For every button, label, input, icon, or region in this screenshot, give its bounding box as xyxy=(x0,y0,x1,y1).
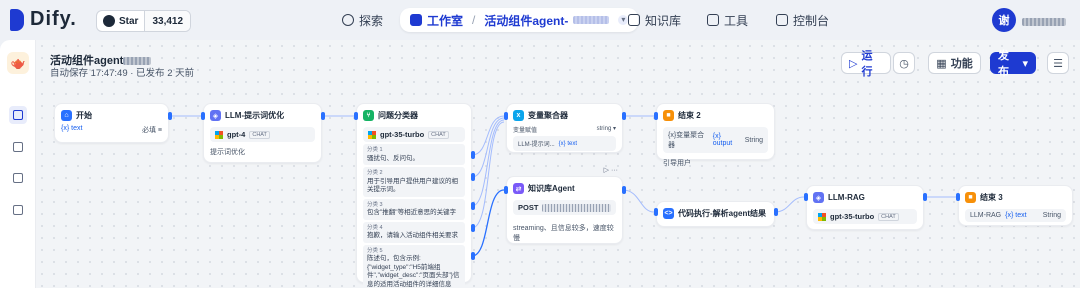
class-item: 分类 3 包含"推翻"等相近意思的关键字 xyxy=(363,198,465,220)
knowledge-desc: streaming、且信息较多，速度较慢 xyxy=(513,225,614,242)
aggregator-col-var: 变量赋值 xyxy=(513,128,538,134)
end3-var-type: String xyxy=(1042,212,1061,219)
node-variable-aggregator[interactable]: x 变量聚合器 变量赋值 string ▾ LLM-提示词... {x} text xyxy=(506,103,623,153)
handle-class1-out[interactable] xyxy=(471,151,475,159)
code-icon: <> xyxy=(663,208,674,219)
node-start[interactable]: ⌂ 开始 {x} text 必填 ≡ xyxy=(54,103,169,143)
stop-icon: ■ xyxy=(663,110,674,121)
edge-c5-knowledge xyxy=(471,189,505,257)
handle-end2-in[interactable] xyxy=(654,112,658,120)
handle-rag-out[interactable] xyxy=(923,193,927,201)
llm-icon: ◈ xyxy=(210,110,221,121)
handle-classifier-in[interactable] xyxy=(354,112,358,120)
end2-var-row: {x}变量聚合器 {x} output String xyxy=(663,127,768,153)
rag-tag: CHAT xyxy=(878,212,899,221)
handle-code-in[interactable] xyxy=(654,208,658,216)
node-code-title: 代码执行-解析agent结果 xyxy=(678,209,766,218)
variable-icon: x xyxy=(513,110,524,121)
handle-class4-out[interactable] xyxy=(471,224,475,232)
azure-logo-icon xyxy=(818,212,826,221)
node-knowledge-agent[interactable]: ▷ ··· ⇄ 知识库Agent POST streaming、且信息较多，速度较… xyxy=(506,167,623,244)
node-end2-title: 结束 2 xyxy=(678,111,701,120)
handle-llm1-out[interactable] xyxy=(321,112,325,120)
class-item: 分类 2 用于引导用户提供用户建议的相关提示词。 xyxy=(363,167,465,197)
end2-var-src: {x}变量聚合器 xyxy=(668,132,705,149)
node-llm-rag[interactable]: ◈ LLM-RAG gpt-35-turbo CHAT xyxy=(806,185,924,230)
handle-code-out[interactable] xyxy=(774,208,778,216)
classifier-tag: CHAT xyxy=(428,130,449,139)
node-code-exec[interactable]: <> 代码执行-解析agent结果 xyxy=(656,201,775,227)
handle-aggregator-out[interactable] xyxy=(622,112,626,120)
end3-var-src: LLM-RAG xyxy=(970,212,1002,219)
http-icon: ⇄ xyxy=(513,183,524,194)
azure-logo-icon xyxy=(215,130,223,139)
node-actions[interactable]: ▷ ··· xyxy=(604,166,618,174)
node-knowledge-title: 知识库Agent xyxy=(528,184,575,193)
azure-logo-icon xyxy=(368,130,376,139)
rag-model-row: gpt-35-turbo CHAT xyxy=(813,209,917,224)
end2-desc: 引导用户 xyxy=(663,160,691,167)
handle-knowledge-out[interactable] xyxy=(622,186,626,194)
node-llm1-title: LLM-提示词优化 xyxy=(225,111,285,120)
handle-class2-out[interactable] xyxy=(471,173,475,181)
llm1-model-row: gpt-4 CHAT xyxy=(210,127,315,142)
start-var: {x} text xyxy=(61,125,83,132)
stop-icon: ■ xyxy=(965,192,976,203)
edge-knowledge-code xyxy=(622,189,655,213)
llm1-desc: 提示词优化 xyxy=(210,149,245,156)
aggregator-row-var: {x} text xyxy=(558,140,578,147)
aggregator-var-row: LLM-提示词... {x} text xyxy=(513,136,616,151)
node-classifier-title: 问题分类器 xyxy=(378,111,418,120)
node-llm-prompt-optimize[interactable]: ◈ LLM-提示词优化 gpt-4 CHAT 提示词优化 xyxy=(203,103,322,163)
handle-aggregator-in[interactable] xyxy=(504,112,508,120)
end2-var-type: String xyxy=(744,136,763,144)
end3-var-row: LLM-RAG {x} text String xyxy=(965,209,1066,222)
node-aggregator-title: 变量聚合器 xyxy=(528,111,568,120)
handle-llm1-in[interactable] xyxy=(201,112,205,120)
end3-var-name: {x} text xyxy=(1005,212,1027,219)
home-icon: ⌂ xyxy=(61,110,72,121)
knowledge-method: POST xyxy=(518,203,539,212)
start-required: 必填 ≡ xyxy=(141,127,162,134)
end2-var-name: {x} output xyxy=(712,133,733,147)
llm1-tag: CHAT xyxy=(249,130,270,139)
node-end-3[interactable]: ■ 结束 3 LLM-RAG {x} text String xyxy=(958,185,1073,226)
handle-class3-out[interactable] xyxy=(471,202,475,210)
edge-c2-aggregator xyxy=(471,117,505,178)
classifier-icon: ⑂ xyxy=(363,110,374,121)
node-rag-title: LLM-RAG xyxy=(828,193,865,202)
node-end-2[interactable]: ■ 结束 2 {x}变量聚合器 {x} output String 引导用户 xyxy=(656,103,775,167)
edge-c3-aggregator xyxy=(471,119,505,207)
rag-model: gpt-35-turbo xyxy=(830,212,875,221)
handle-rag-in[interactable] xyxy=(804,193,808,201)
knowledge-request-row: POST xyxy=(513,200,616,215)
node-start-title: 开始 xyxy=(76,111,92,120)
class-item: 分类 1 骚扰句、反问句。 xyxy=(363,144,465,165)
aggregator-col-type: string ▾ xyxy=(596,126,616,132)
aggregator-row-src: LLM-提示词... xyxy=(518,142,555,148)
classifier-model-row: gpt-35-turbo CHAT xyxy=(363,127,465,142)
handle-knowledge-in[interactable] xyxy=(504,186,508,194)
node-end3-title: 结束 3 xyxy=(980,193,1003,202)
handle-class5-out[interactable] xyxy=(471,252,475,260)
class-item: 分类 4 抱歉，请输入活动组件相关要求 xyxy=(363,221,465,243)
class-item: 分类 5 陈述句，包含示例: {"widget_type":"H5前端组件","w… xyxy=(363,244,465,288)
aggregator-header-row: 变量赋值 string ▾ xyxy=(507,125,622,134)
handle-end3-in[interactable] xyxy=(956,193,960,201)
llm-icon: ◈ xyxy=(813,192,824,203)
handle-start-out[interactable] xyxy=(168,112,172,120)
classifier-model: gpt-35-turbo xyxy=(380,130,425,139)
edge-code-rag xyxy=(774,196,805,213)
redacted-url xyxy=(542,203,611,212)
llm1-model: gpt-4 xyxy=(227,130,246,139)
start-var-row: {x} text 必填 ≡ xyxy=(55,125,168,135)
node-question-classifier[interactable]: ⑂ 问题分类器 gpt-35-turbo CHAT 分类 1 骚扰句、反问句。 分类… xyxy=(356,103,472,288)
